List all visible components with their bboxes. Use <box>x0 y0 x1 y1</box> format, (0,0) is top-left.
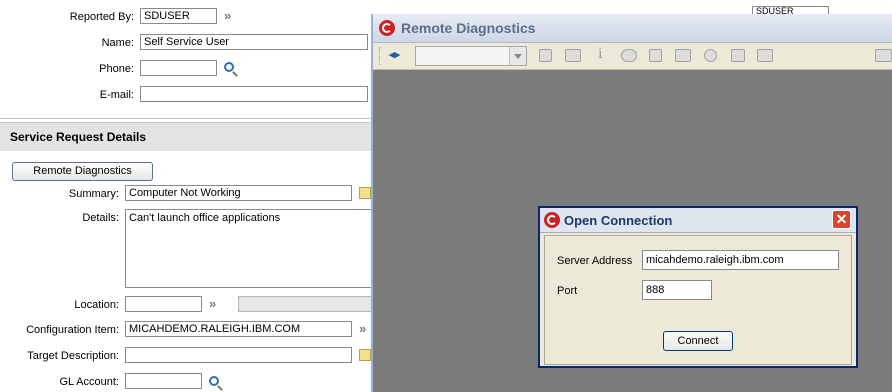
location-field[interactable] <box>125 296 202 312</box>
connect-button[interactable]: Connect <box>663 331 733 351</box>
search-icon[interactable] <box>209 376 219 386</box>
window-title: Remote Diagnostics <box>401 20 536 36</box>
users-icon[interactable] <box>649 49 662 62</box>
name-label: Name: <box>101 37 134 49</box>
dialog-titlebar[interactable]: Open Connection ✕ <box>540 208 856 233</box>
keyboard-icon[interactable] <box>565 49 581 62</box>
window-titlebar[interactable]: Remote Diagnostics <box>373 14 892 43</box>
long-description-icon[interactable] <box>359 349 371 361</box>
open-connection-dialog: Open Connection ✕ Server Address micahde… <box>538 206 858 368</box>
long-description-icon[interactable] <box>359 187 371 199</box>
divider <box>0 118 371 119</box>
toolbar-grip <box>379 47 383 65</box>
port-label: Port <box>557 285 578 297</box>
location-description-field <box>238 296 373 312</box>
email-field[interactable] <box>140 86 368 102</box>
chevron-right-icon[interactable]: » <box>224 8 231 23</box>
toolbox-icon[interactable] <box>675 49 691 62</box>
phone-label: Phone: <box>99 63 134 75</box>
email-label: E-mail: <box>99 89 134 101</box>
details-label: Details: <box>82 212 119 224</box>
dialog-title: Open Connection <box>564 213 673 228</box>
app-logo-icon <box>379 20 395 36</box>
chevron-right-icon[interactable]: » <box>209 296 216 311</box>
phone-field[interactable] <box>140 60 217 76</box>
summary-label: Summary: <box>68 188 119 200</box>
info-icon[interactable]: i <box>598 46 602 62</box>
chat-icon[interactable] <box>621 49 637 62</box>
app-logo-icon <box>544 212 560 228</box>
reported-by-label: Reported By: <box>69 11 134 23</box>
nav-arrows-icon[interactable]: ◂▸ <box>389 48 411 62</box>
port-field[interactable]: 888 <box>642 280 712 300</box>
target-description-label: Target Description: <box>27 350 119 362</box>
toolbar-overflow-icon[interactable] <box>875 49 892 62</box>
dialog-body: Server Address micahdemo.raleigh.ibm.com… <box>544 235 852 365</box>
record-icon[interactable] <box>704 49 717 62</box>
session-select[interactable] <box>415 46 527 66</box>
gl-account-field[interactable] <box>125 373 202 389</box>
gl-account-label: GL Account: <box>59 376 119 388</box>
window-toolbar: ◂▸ i <box>373 43 892 70</box>
server-address-field[interactable]: micahdemo.raleigh.ibm.com <box>642 250 839 270</box>
document-settings-icon[interactable] <box>757 49 773 62</box>
section-title: Service Request Details <box>10 130 147 144</box>
configuration-item-field[interactable]: MICAHDEMO.RALEIGH.IBM.COM <box>125 321 352 337</box>
target-description-field[interactable] <box>125 347 352 363</box>
details-field[interactable]: Can't launch office applications <box>125 209 373 288</box>
configuration-item-label: Configuration Item: <box>26 324 119 336</box>
search-icon[interactable] <box>224 62 234 72</box>
server-address-label: Server Address <box>557 255 633 267</box>
chevron-down-icon[interactable] <box>509 47 526 65</box>
remote-diagnostics-button[interactable]: Remote Diagnostics <box>12 162 153 181</box>
mouse-icon[interactable] <box>539 49 552 62</box>
name-field[interactable]: Self Service User <box>140 34 368 50</box>
close-icon[interactable]: ✕ <box>832 210 851 229</box>
location-label: Location: <box>74 299 119 311</box>
document-icon[interactable] <box>731 49 745 62</box>
reported-by-field[interactable]: SDUSER <box>140 8 217 24</box>
section-header: Service Request Details <box>0 122 371 151</box>
summary-field[interactable]: Computer Not Working <box>125 185 352 201</box>
chevron-right-icon[interactable]: » <box>359 321 366 336</box>
